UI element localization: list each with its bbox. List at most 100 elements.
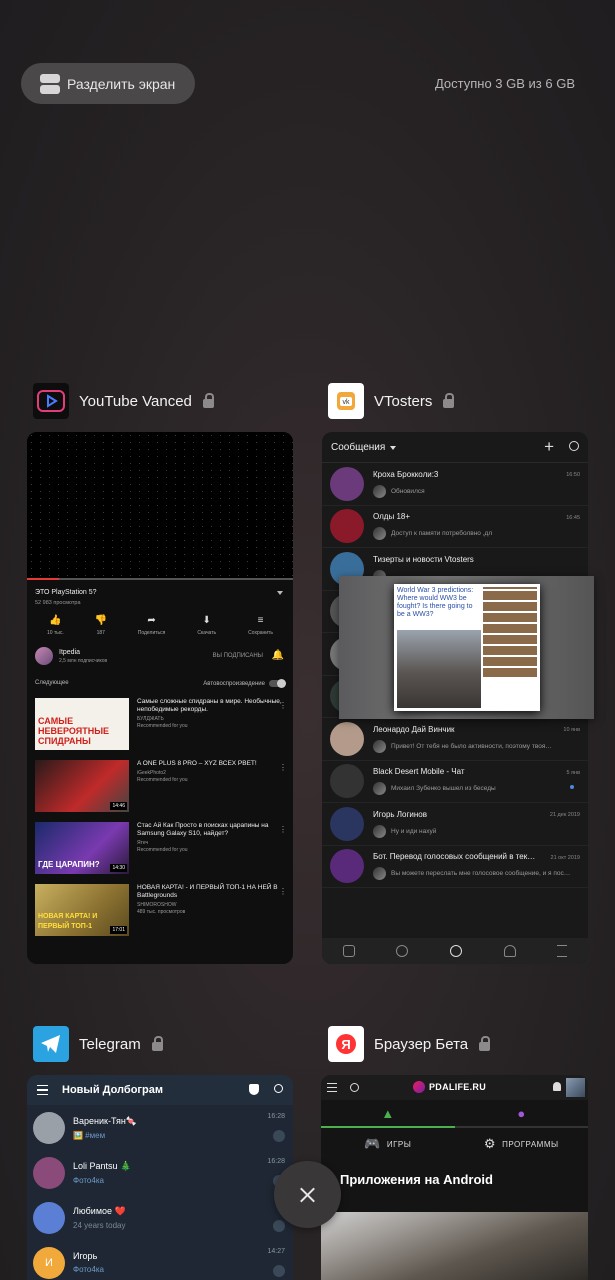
bell-icon[interactable]: 🔔: [272, 650, 284, 661]
video-thumbnail[interactable]: ГДЕ ЦАРАПИН? 14:30: [35, 822, 129, 875]
menu-icon[interactable]: [327, 1083, 337, 1092]
lock-icon[interactable]: [443, 392, 455, 408]
chat-name: Black Desert Mobile - Чат: [373, 767, 465, 777]
os-tabs: ▲ ●: [321, 1100, 588, 1128]
banner-image[interactable]: [321, 1212, 588, 1280]
video-actions: 👍 10 тыс. 👎 187 ➦ Поделиться ⬇ Скачать ≡ Сохр…: [27, 606, 293, 637]
more-icon[interactable]: ⋮: [279, 701, 287, 710]
tab-programs[interactable]: ⚙ ПРОГРАММЫ: [455, 1136, 589, 1152]
list-item[interactable]: НОВАЯ КАРТА! И ПЕРВЫЙ ТОП-1 17:01 НОВАЯ К…: [27, 879, 293, 941]
messages-icon[interactable]: [449, 945, 462, 957]
list-item[interactable]: Леонардо Дай Винчик Привет! От тебя не бы…: [322, 718, 588, 761]
chat-name: Вареник-Тян🍬: [73, 1115, 137, 1126]
app-header-telegram[interactable]: Telegram: [33, 1026, 163, 1062]
pip-thumbnails: [483, 587, 537, 677]
save-icon: ≡: [257, 615, 264, 626]
bell-icon[interactable]: [503, 945, 516, 957]
pin-icon: [273, 1220, 285, 1232]
app-header-vtosters[interactable]: vk VTosters: [328, 383, 455, 419]
lock-icon[interactable]: [151, 1035, 163, 1051]
chat-time: 14:27: [267, 1248, 285, 1255]
chat-last-message: Фото4ка: [73, 1265, 104, 1274]
svg-text:vk: vk: [343, 399, 351, 406]
menu-icon[interactable]: [37, 1085, 48, 1095]
list-item[interactable]: И Игорь Фото4ка 14:27: [27, 1240, 293, 1280]
lock-icon[interactable]: [202, 392, 214, 408]
chat-name: Бот. Перевод голосовых сообщений в тек…: [373, 852, 536, 862]
search-icon[interactable]: [350, 1083, 359, 1092]
gear-icon: ⚙: [483, 1136, 497, 1151]
messages-title[interactable]: Сообщения: [331, 442, 385, 453]
chat-name: Тизерты и новости Vtosters: [373, 554, 474, 564]
app-header-browser[interactable]: Я Браузер Бета: [328, 1026, 491, 1062]
close-all-button[interactable]: [274, 1161, 341, 1228]
shield-icon[interactable]: [249, 1084, 259, 1095]
bottom-nav: [322, 938, 588, 964]
app-card-browser[interactable]: PDALIFE.RU ▲ ● 🎮 ИГРЫ ⚙ ПРОГРАММЫ Приложен…: [321, 1075, 588, 1280]
chevron-down-icon[interactable]: [390, 445, 397, 453]
browser-toolbar: PDALIFE.RU: [321, 1075, 588, 1100]
list-item[interactable]: Кроха Брокколи:3 Обновился 16:50: [322, 463, 588, 506]
save-button[interactable]: ≡ Сохранить: [248, 615, 273, 637]
video-player[interactable]: [27, 432, 293, 580]
apple-icon[interactable]: ●: [454, 1100, 588, 1128]
video-thumbnail[interactable]: САМЫЕ НЕВЕРОЯТНЫЕ СПИДРАНЫ: [35, 698, 129, 751]
news-icon[interactable]: [342, 945, 355, 957]
list-item[interactable]: 14:46 A ONE PLUS 8 PRO – XYZ ВСЕХ РВЕТ! i…: [27, 755, 293, 817]
chat-last-message: Доступ к памяти потреболвно ,дл: [391, 530, 493, 538]
thumb-up-icon: 👍: [49, 615, 62, 626]
chat-last-message: Ну и иди нахуй: [391, 827, 437, 835]
list-item[interactable]: Loli Pantsu 🎄 Фото4ка 16:28: [27, 1150, 293, 1195]
chat-name: Игорь Логинов: [373, 809, 427, 819]
video-thumbnail[interactable]: НОВАЯ КАРТА! И ПЕРВЫЙ ТОП-1 17:01: [35, 884, 129, 937]
avatar: [35, 647, 53, 665]
search-icon[interactable]: [396, 945, 409, 957]
tab-games[interactable]: 🎮 ИГРЫ: [321, 1136, 455, 1152]
list-item[interactable]: Любимое ❤️ 24 years today: [27, 1195, 293, 1240]
autoplay-toggle[interactable]: [269, 679, 286, 688]
search-icon[interactable]: [274, 1084, 283, 1093]
search-icon[interactable]: [569, 441, 579, 451]
subscribed-button[interactable]: ВЫ ПОДПИСАНЫ: [213, 653, 263, 659]
avatar: И: [33, 1246, 65, 1279]
menu-icon[interactable]: [557, 945, 568, 957]
avatar: [33, 1111, 65, 1144]
list-item[interactable]: Игорь Логинов Ну и иди нахуй 21 дек 2019: [322, 803, 588, 846]
chat-name: Loli Pantsu 🎄: [73, 1160, 132, 1171]
avatar: [330, 849, 364, 884]
split-screen-button[interactable]: Разделить экран: [21, 63, 195, 104]
plus-icon[interactable]: +: [544, 437, 554, 457]
messages-header: Сообщения +: [322, 432, 588, 463]
list-item[interactable]: Олды 18+ Доступ к памяти потреболвно ,дл 1…: [322, 506, 588, 548]
list-item[interactable]: Black Desert Mobile - Чат Михаил Зубенко …: [322, 761, 588, 803]
list-item[interactable]: ГДЕ ЦАРАПИН? 14:30 Стас Ай Как Просто в п…: [27, 817, 293, 879]
like-button[interactable]: 👍 10 тыс.: [47, 615, 64, 637]
list-item[interactable]: Вареник-Тян🍬 🖼️ #мем 16:28: [27, 1105, 293, 1150]
app-title: VTosters: [374, 392, 433, 410]
more-icon[interactable]: ⋮: [279, 887, 287, 896]
app-header-youtube[interactable]: YouTube Vanced: [33, 383, 214, 419]
pip-window[interactable]: World War 3 predictions: Where would WW3…: [339, 576, 594, 719]
lock-icon[interactable]: [479, 1035, 491, 1051]
more-icon[interactable]: ⋮: [279, 763, 287, 772]
channel-row[interactable]: Itpedia 2,5 млн подписчиков ВЫ ПОДПИСАНЫ…: [27, 636, 293, 666]
app-card-youtube[interactable]: ЭТО PlayStation 5? 52 983 просмотра 👍 10 …: [27, 432, 293, 964]
chat-name: Леонардо Дай Винчик: [373, 724, 455, 734]
dislike-button[interactable]: 👎 187: [94, 615, 107, 637]
video-thumbnail[interactable]: 14:46: [35, 760, 129, 813]
pdalife-logo-icon: [413, 1081, 425, 1093]
list-item[interactable]: САМЫЕ НЕВЕРОЯТНЫЕ СПИДРАНЫ Самые сложные…: [27, 693, 293, 755]
share-button[interactable]: ➦ Поделиться: [138, 616, 166, 637]
list-item[interactable]: Бот. Перевод голосовых сообщений в тек… В…: [322, 846, 588, 888]
avatar[interactable]: [566, 1078, 585, 1097]
thumb-down-icon: 👎: [94, 615, 107, 626]
site-logo[interactable]: PDALIFE.RU: [413, 1081, 486, 1093]
app-card-telegram[interactable]: Новый Долбограм Вареник-Тян🍬 🖼️ #мем 16:28…: [27, 1075, 293, 1280]
download-button[interactable]: ⬇ Скачать: [197, 615, 216, 637]
bell-icon[interactable]: [553, 1082, 561, 1091]
chat-time: 16:45: [566, 514, 580, 521]
more-icon[interactable]: ⋮: [279, 825, 287, 834]
download-icon: ⬇: [202, 615, 211, 626]
youtube-vanced-icon: [33, 383, 69, 419]
android-icon[interactable]: ▲: [321, 1100, 455, 1128]
